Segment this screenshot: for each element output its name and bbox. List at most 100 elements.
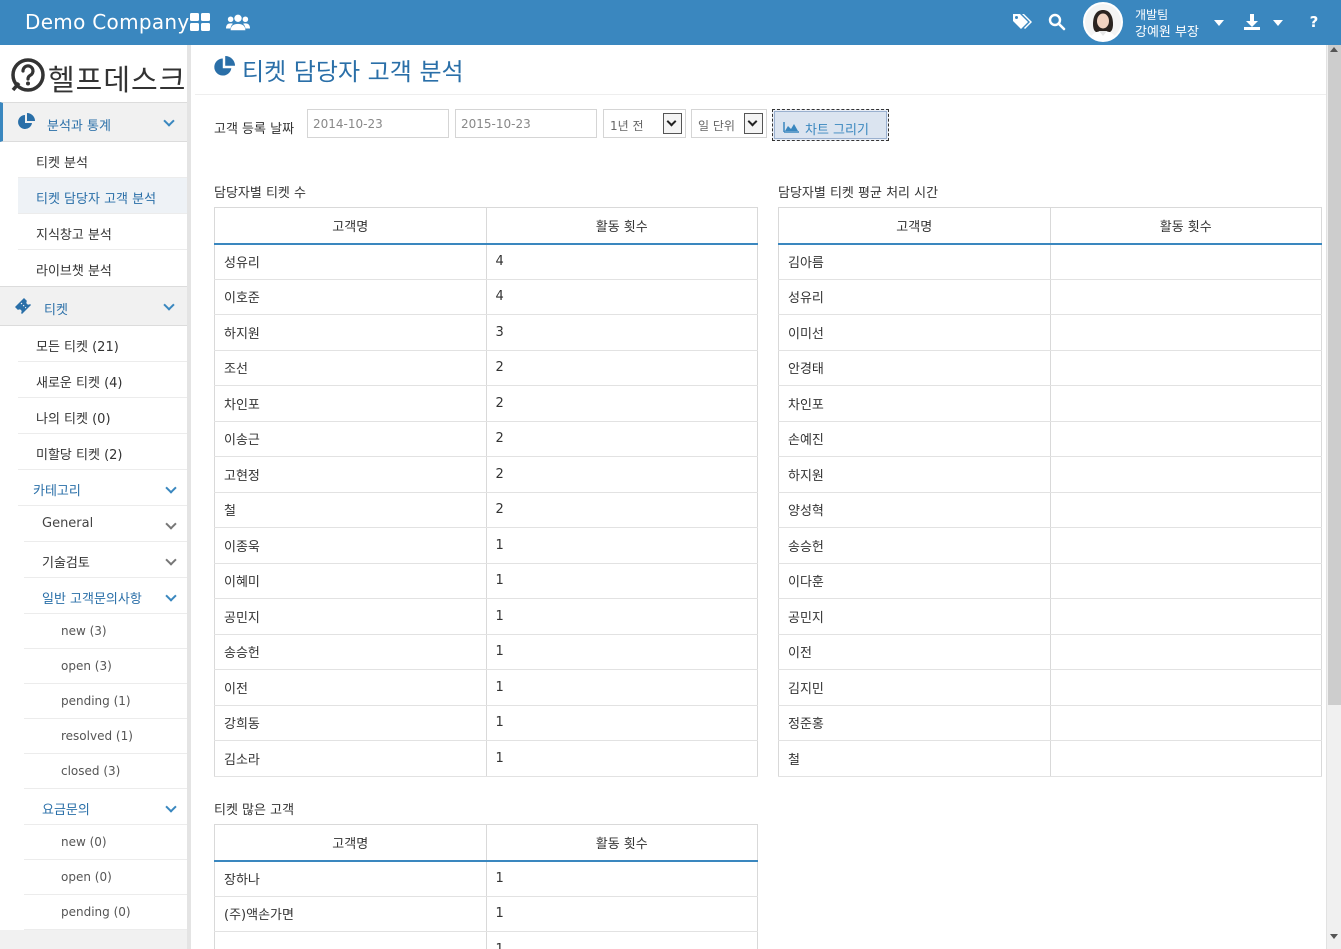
- sidebar-item-inquiry-new[interactable]: new (3): [24, 614, 187, 649]
- table-row[interactable]: 철: [778, 740, 1322, 777]
- chevron-down-icon[interactable]: [744, 113, 763, 134]
- table-row[interactable]: 하지원 3: [214, 314, 758, 351]
- table-row[interactable]: 김지민: [778, 669, 1322, 706]
- table-row[interactable]: 안경태: [778, 350, 1322, 386]
- sidebar-item-kb-analysis[interactable]: 지식창고 분석: [18, 214, 187, 250]
- dashboard-grid-icon[interactable]: [188, 10, 212, 34]
- company-brand[interactable]: Demo Company: [25, 10, 190, 34]
- user-avatar[interactable]: [1083, 2, 1123, 42]
- table-row[interactable]: 이종욱 1: [214, 527, 758, 564]
- table-row[interactable]: 손예진: [778, 421, 1322, 457]
- column-header[interactable]: 고객명: [778, 207, 1051, 245]
- table-row[interactable]: 공민지: [778, 598, 1322, 635]
- table-row[interactable]: 송승헌: [778, 527, 1322, 564]
- table-row[interactable]: 김아름: [778, 243, 1322, 280]
- sidebar-item-label: 나의 티켓 (0): [36, 412, 111, 427]
- scroll-up-icon[interactable]: [1330, 47, 1338, 52]
- sidebar-item-cat-general[interactable]: General: [24, 506, 187, 542]
- table-row[interactable]: 송승헌 1: [214, 634, 758, 670]
- section-tickets[interactable]: 티켓: [0, 286, 187, 326]
- chevron-down-icon[interactable]: [163, 299, 175, 311]
- activity-count-cell: 1: [486, 860, 758, 897]
- table-row[interactable]: 이미선: [778, 314, 1322, 351]
- table-row[interactable]: 장하나 1: [214, 860, 758, 897]
- table-row[interactable]: 차인포 2: [214, 385, 758, 422]
- table-row[interactable]: 성유리 4: [214, 243, 758, 280]
- sidebar-footer: [0, 930, 187, 949]
- customer-name-cell: 이다훈: [778, 563, 1051, 599]
- table-row[interactable]: 철2: [214, 492, 758, 528]
- activity-count-cell: 1: [486, 896, 758, 932]
- sidebar-item-cat-inquiry[interactable]: 일반 고객문의사항: [24, 578, 187, 614]
- unit-select[interactable]: 일 단위: [691, 109, 767, 138]
- section-analytics-label: 분석과 통계: [47, 119, 111, 134]
- sidebar-item-inquiry-open[interactable]: open (3): [24, 649, 187, 684]
- chevron-down-icon[interactable]: [663, 113, 682, 134]
- sidebar-item-cat-billing[interactable]: 요금문의: [24, 789, 187, 825]
- table-row[interactable]: 차인포: [778, 385, 1322, 422]
- scrollbar-thumb[interactable]: [1328, 45, 1341, 705]
- table-row[interactable]: 하지원: [778, 456, 1322, 493]
- column-header[interactable]: 활동 횟수: [486, 207, 758, 245]
- chevron-down-icon[interactable]: [163, 115, 175, 127]
- chevron-down-icon[interactable]: [165, 482, 177, 494]
- column-header[interactable]: 활동 횟수: [486, 824, 758, 862]
- table-row[interactable]: 공민지 1: [214, 598, 758, 635]
- sidebar-item-all-tickets[interactable]: 모든 티켓 (21): [18, 326, 187, 362]
- table-row[interactable]: 이전: [778, 634, 1322, 670]
- sidebar-item-agent-customer-analysis[interactable]: 티켓 담당자 고객 분석: [18, 178, 187, 214]
- table-row[interactable]: 이전 1: [214, 669, 758, 706]
- chevron-down-icon[interactable]: [165, 590, 177, 602]
- activity-count-cell: [1050, 705, 1322, 741]
- user-caret-icon[interactable]: [1214, 20, 1224, 26]
- table-row[interactable]: 이호준 4: [214, 279, 758, 315]
- draw-chart-button[interactable]: 차트 그리기: [772, 109, 889, 141]
- sidebar-item-category[interactable]: 카테고리: [18, 470, 187, 506]
- date-to-input[interactable]: [455, 109, 597, 138]
- sidebar-item-inquiry-pending[interactable]: pending (1): [24, 684, 187, 719]
- helpdesk-logo[interactable]: 헬프데스크: [0, 45, 187, 102]
- sidebar-item-billing-open[interactable]: open (0): [24, 860, 187, 895]
- chevron-down-icon[interactable]: [165, 554, 177, 566]
- table-row[interactable]: (주)액손가면 1: [214, 896, 758, 932]
- sidebar-item-billing-pending[interactable]: pending (0): [24, 895, 187, 930]
- table-row[interactable]: 이다훈: [778, 563, 1322, 599]
- table-row[interactable]: 1: [214, 931, 758, 949]
- users-group-icon[interactable]: [226, 10, 250, 34]
- section-analytics[interactable]: 분석과 통계: [0, 102, 187, 142]
- column-header[interactable]: 활동 횟수: [1050, 207, 1322, 245]
- download-icon[interactable]: [1240, 10, 1264, 34]
- scroll-down-icon[interactable]: [1330, 934, 1338, 939]
- help-icon[interactable]: ?: [1302, 10, 1326, 34]
- sidebar-item-billing-new[interactable]: new (0): [24, 825, 187, 860]
- chevron-down-icon[interactable]: [165, 518, 177, 530]
- customer-name-cell: 송승헌: [778, 527, 1051, 564]
- sidebar-item-livechat-analysis[interactable]: 라이브챗 분석: [18, 250, 187, 286]
- column-header[interactable]: 고객명: [214, 207, 487, 245]
- table-row[interactable]: 성유리: [778, 279, 1322, 315]
- download-caret-icon[interactable]: [1273, 20, 1283, 26]
- table-row[interactable]: 김소라 1: [214, 740, 758, 777]
- table-row[interactable]: 정준홍: [778, 705, 1322, 741]
- page-scrollbar[interactable]: [1326, 45, 1341, 949]
- sidebar-item-new-tickets[interactable]: 새로운 티켓 (4): [18, 362, 187, 398]
- date-from-input[interactable]: [307, 109, 449, 138]
- sidebar-item-inquiry-closed[interactable]: closed (3): [24, 754, 187, 789]
- sidebar-item-my-tickets[interactable]: 나의 티켓 (0): [18, 398, 187, 434]
- table-row[interactable]: 이송근 2: [214, 421, 758, 457]
- search-icon[interactable]: [1045, 10, 1069, 34]
- sidebar-item-inquiry-resolved[interactable]: resolved (1): [24, 719, 187, 754]
- table-row[interactable]: 조선 2: [214, 350, 758, 386]
- sidebar-item-unassigned-tickets[interactable]: 미할당 티켓 (2): [18, 434, 187, 470]
- sidebar-item-cat-tech[interactable]: 기술검토: [24, 542, 187, 578]
- table-row[interactable]: 양성혁: [778, 492, 1322, 528]
- sidebar-item-ticket-analysis[interactable]: 티켓 분석: [18, 142, 187, 178]
- tags-icon[interactable]: [1010, 10, 1034, 34]
- column-header[interactable]: 고객명: [214, 824, 487, 862]
- chevron-down-icon[interactable]: [165, 801, 177, 813]
- period-select[interactable]: 1년 전: [603, 109, 686, 138]
- activity-count-cell: [1050, 350, 1322, 386]
- table-row[interactable]: 강희동 1: [214, 705, 758, 741]
- table-row[interactable]: 고현정 2: [214, 456, 758, 493]
- table-row[interactable]: 이혜미 1: [214, 563, 758, 599]
